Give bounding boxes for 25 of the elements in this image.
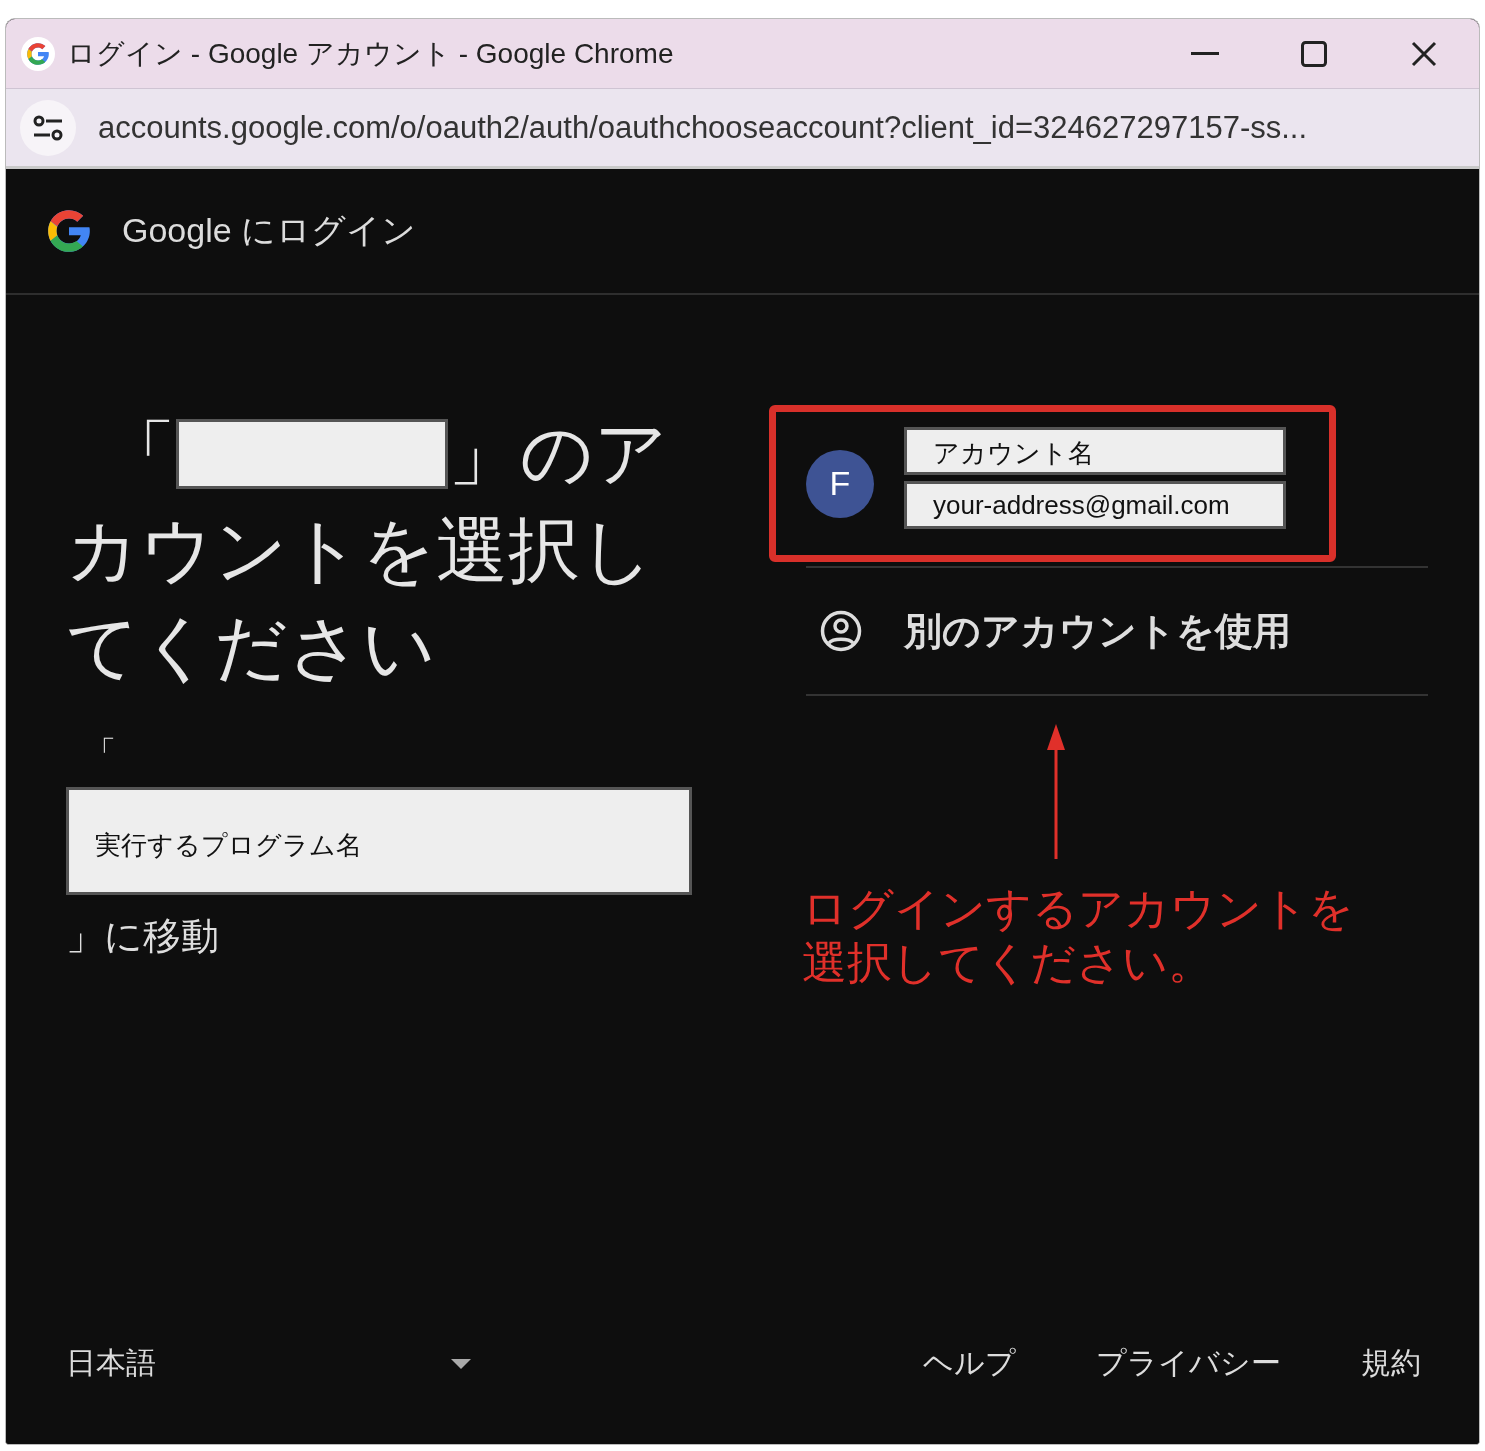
quote-mark: 「: [86, 734, 117, 770]
use-another-account-item[interactable]: 別のアカウントを使用: [806, 568, 1428, 694]
maximize-icon[interactable]: [1301, 40, 1327, 67]
window-title: ログイン - Google アカウント - Google Chrome: [67, 36, 675, 71]
program-name-label: 実行するプログラム名: [66, 787, 692, 895]
dropdown-caret-icon: [451, 1358, 471, 1369]
footer-link[interactable]: 規約: [1361, 1343, 1421, 1384]
heading-text: 」のア: [448, 412, 668, 495]
account-name: アカウント名: [904, 426, 1286, 475]
google-logo-icon: [25, 40, 51, 67]
minimize-icon[interactable]: [1191, 51, 1219, 56]
tune-icon: [33, 114, 63, 141]
header-title: Google にログイン: [122, 210, 417, 251]
footer-link[interactable]: プライバシー: [1096, 1343, 1281, 1384]
close-icon[interactable]: [1411, 40, 1437, 67]
avatar: F: [806, 449, 874, 518]
account-email: your-address@gmail.com: [904, 480, 1286, 529]
language-select[interactable]: 日本語: [66, 1343, 471, 1384]
account-card[interactable]: F アカウント名 your-address@gmail.com: [769, 405, 1336, 562]
heading-text: 「: [104, 412, 176, 495]
heading-text: カウントを選択してください: [66, 509, 655, 689]
account-circle-icon: [820, 610, 862, 652]
continue-to-text: 」に移動: [66, 914, 220, 959]
annotation-text: ログインするアカウントを選択してください。: [802, 882, 1355, 990]
footer-link[interactable]: ヘルプ: [923, 1343, 1016, 1384]
